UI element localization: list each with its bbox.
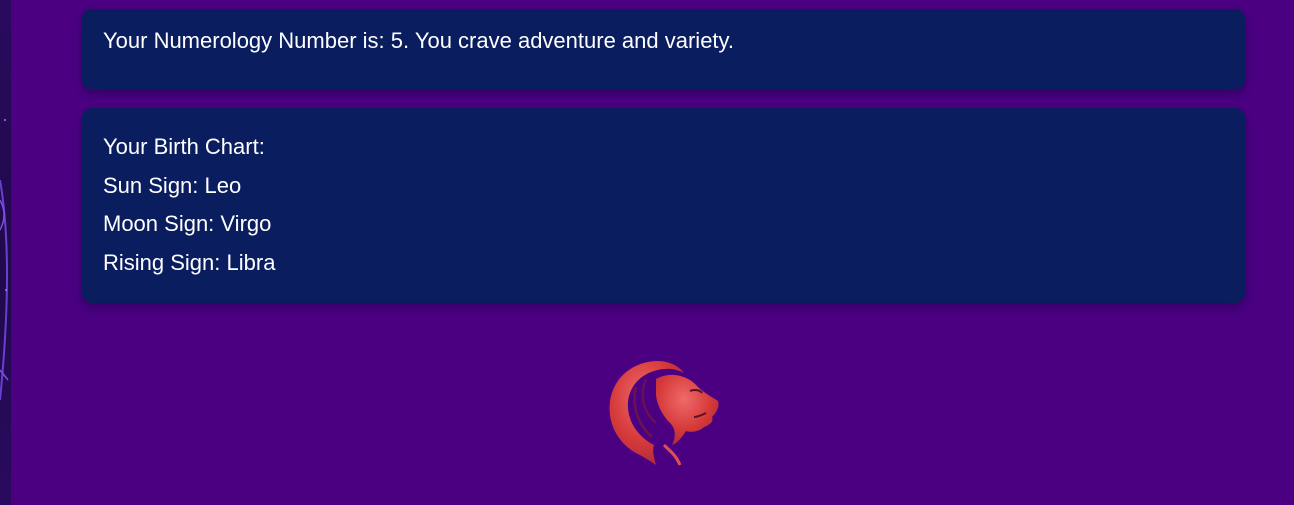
moon-sign-text: Moon Sign: Virgo <box>103 211 272 236</box>
left-decorative-strip <box>0 0 11 505</box>
rising-sign-text: Rising Sign: Libra <box>103 249 276 275</box>
star-circle-decoration <box>0 119 9 401</box>
birth-chart-heading: Your Birth Chart: <box>103 134 265 159</box>
birth-chart-card: Your Birth Chart: Sun Sign: Leo Moon Sig… <box>82 108 1245 303</box>
leo-lion-icon <box>606 357 724 467</box>
numerology-result-text: Your Numerology Number is: 5. You crave … <box>103 28 735 53</box>
sun-sign-text: Sun Sign: Leo <box>103 172 242 198</box>
numerology-card: Your Numerology Number is: 5. You crave … <box>82 9 1245 90</box>
